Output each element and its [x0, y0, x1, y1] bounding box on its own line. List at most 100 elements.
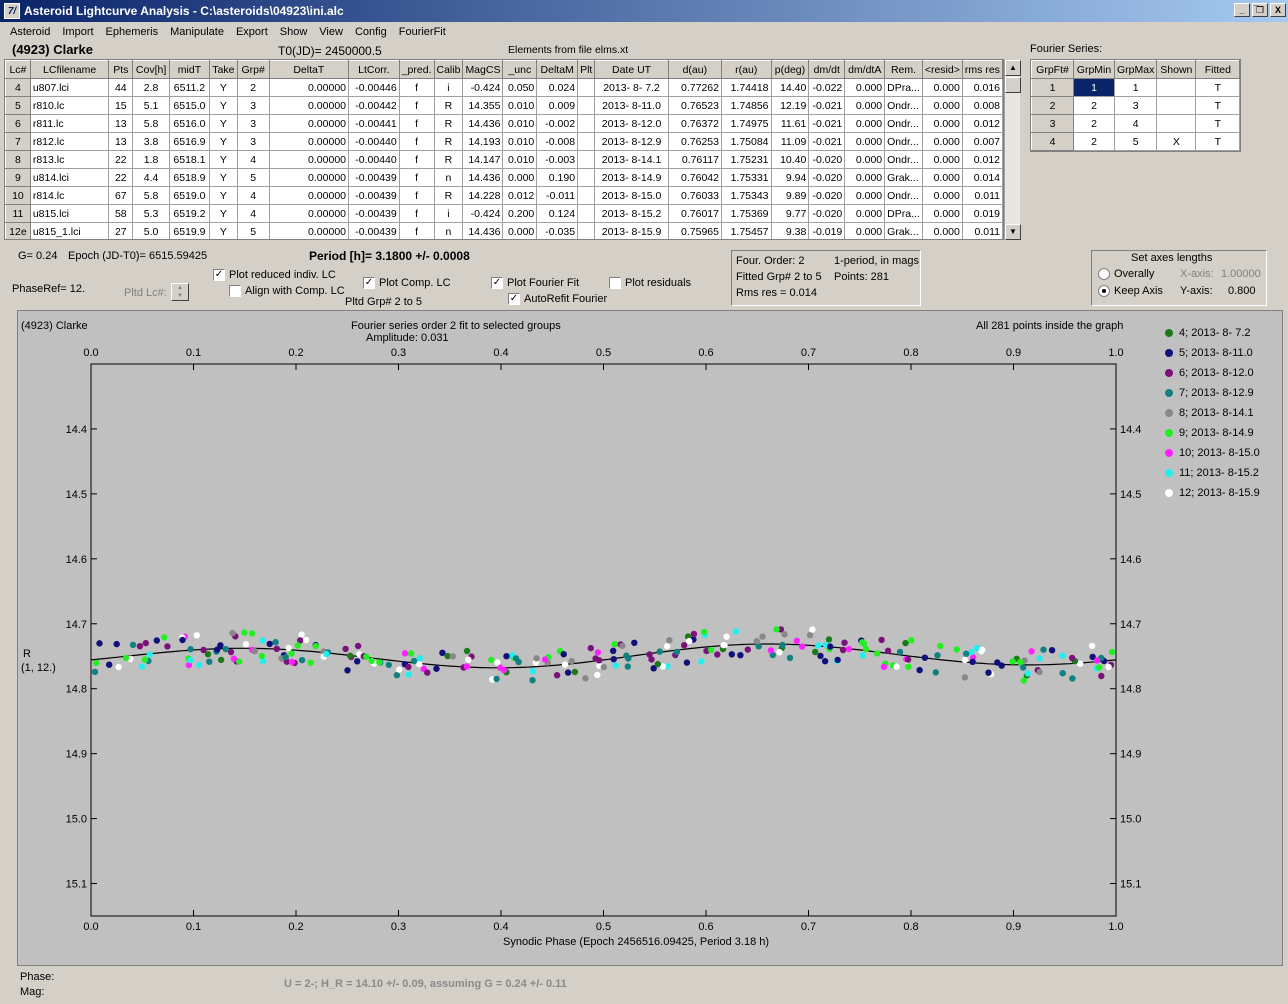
table-cell[interactable]: 0.00000: [268, 204, 350, 223]
table-cell[interactable]: -0.021: [808, 114, 846, 133]
table-cell[interactable]: -0.020: [808, 204, 846, 223]
table-cell[interactable]: f: [398, 186, 435, 205]
table-cell[interactable]: 1.75369: [721, 204, 772, 223]
table-cell[interactable]: 2: [1073, 96, 1115, 115]
row-header[interactable]: 4: [5, 78, 31, 97]
table-cell[interactable]: -0.019: [808, 222, 846, 239]
table-cell[interactable]: 0.010: [502, 150, 538, 169]
table-cell[interactable]: 1.74975: [721, 114, 772, 133]
table-cell[interactable]: -0.020: [808, 168, 846, 187]
table-cell[interactable]: [1156, 96, 1197, 115]
table-cell[interactable]: 0.012: [961, 114, 1003, 133]
table-cell[interactable]: 0.000: [502, 222, 538, 239]
table-cell[interactable]: 6515.0: [169, 96, 210, 115]
table-cell[interactable]: R: [433, 150, 464, 169]
table-cell[interactable]: 58: [108, 204, 134, 223]
table-cell[interactable]: 9.89: [770, 186, 810, 205]
table-cell[interactable]: 0.00000: [268, 222, 350, 239]
table-cell[interactable]: 0.014: [961, 168, 1003, 187]
fourier-row[interactable]: 223T: [1031, 96, 1241, 115]
table-cell[interactable]: [577, 168, 596, 187]
table-cell[interactable]: [577, 150, 596, 169]
table-cell[interactable]: 0.77262: [667, 78, 723, 97]
table-cell[interactable]: T: [1195, 96, 1241, 115]
lc-table-scrollbar[interactable]: ▲ ▼: [1004, 60, 1021, 240]
table-cell[interactable]: 0.00000: [268, 114, 350, 133]
table-cell[interactable]: -0.022: [808, 78, 846, 97]
table-cell[interactable]: 0.00000: [268, 78, 350, 97]
table-cell[interactable]: 0.050: [502, 78, 538, 97]
table-cell[interactable]: Y: [208, 132, 238, 151]
table-cell[interactable]: -0.020: [808, 186, 846, 205]
table-cell[interactable]: 0.000: [844, 204, 886, 223]
lc-col-header[interactable]: _pred.: [398, 60, 435, 79]
row-header[interactable]: 7: [5, 132, 31, 151]
table-cell[interactable]: 4: [1113, 114, 1158, 133]
table-cell[interactable]: T: [1195, 114, 1241, 133]
fourier-col-header[interactable]: GrpFt#: [1031, 60, 1074, 79]
table-cell[interactable]: -0.021: [808, 132, 846, 151]
table-cell[interactable]: f: [398, 78, 435, 97]
table-cell[interactable]: 10.40: [770, 150, 810, 169]
table-cell[interactable]: 0.000: [844, 114, 886, 133]
fourier-col-header[interactable]: GrpMax: [1113, 60, 1158, 79]
table-cell[interactable]: [577, 132, 596, 151]
table-cell[interactable]: 2013- 8- 7.2: [594, 78, 669, 97]
lc-col-header[interactable]: _unc: [502, 60, 538, 79]
table-cell[interactable]: Y: [208, 114, 238, 133]
table-cell[interactable]: 2013- 8-15.0: [594, 186, 669, 205]
lc-col-header[interactable]: DeltaT: [268, 60, 350, 79]
table-cell[interactable]: 14.436: [462, 168, 504, 187]
lc-col-header[interactable]: d(au): [667, 60, 723, 79]
lc-col-header[interactable]: <resid>: [921, 60, 963, 79]
lc-col-header[interactable]: Grp#: [236, 60, 270, 79]
table-cell[interactable]: -0.00439: [348, 186, 400, 205]
table-cell[interactable]: T: [1195, 78, 1241, 97]
table-cell[interactable]: 2013- 8-12.0: [594, 114, 669, 133]
table-cell[interactable]: 0.76017: [667, 204, 723, 223]
table-cell[interactable]: 0.000: [844, 168, 886, 187]
table-cell[interactable]: -0.011: [536, 186, 579, 205]
table-cell[interactable]: 6516.0: [169, 114, 210, 133]
table-cell[interactable]: f: [398, 150, 435, 169]
table-cell[interactable]: 0.000: [844, 150, 886, 169]
table-cell[interactable]: 1.75231: [721, 150, 772, 169]
table-row[interactable]: 12e u815_1.lci 27 5.0 6519.9 Y 5 0.00000 -0.0043…: [5, 222, 1003, 239]
table-cell[interactable]: Ondr...: [884, 132, 923, 151]
table-cell[interactable]: u807.lci: [29, 78, 110, 97]
menu-ephemeris[interactable]: Ephemeris: [100, 26, 165, 38]
row-header[interactable]: 4: [1031, 132, 1074, 151]
table-cell[interactable]: i: [433, 204, 464, 223]
table-cell[interactable]: 0.000: [502, 168, 538, 187]
table-cell[interactable]: 4: [236, 186, 270, 205]
table-cell[interactable]: f: [398, 132, 435, 151]
table-cell[interactable]: [577, 96, 596, 115]
table-cell[interactable]: 0.76042: [667, 168, 723, 187]
table-row[interactable]: 4 u807.lci 44 2.8 6511.2 Y 2 0.00000 -0.00446 f i -…: [5, 78, 1003, 97]
table-cell[interactable]: 14.40: [770, 78, 810, 97]
table-cell[interactable]: 0.007: [961, 132, 1003, 151]
table-cell[interactable]: X: [1156, 132, 1197, 151]
restore-button[interactable]: ̅❐: [1252, 3, 1268, 17]
table-cell[interactable]: -0.035: [536, 222, 579, 239]
table-cell[interactable]: 0.75965: [667, 222, 723, 239]
table-cell[interactable]: 6519.0: [169, 186, 210, 205]
row-header[interactable]: 8: [5, 150, 31, 169]
table-cell[interactable]: u814.lci: [29, 168, 110, 187]
table-cell[interactable]: -0.020: [808, 150, 846, 169]
table-cell[interactable]: 6519.9: [169, 222, 210, 239]
table-row[interactable]: 5 r810.lc 15 5.1 6515.0 Y 3 0.00000 -0.00442 f R 14…: [5, 96, 1003, 115]
table-cell[interactable]: 22: [108, 168, 134, 187]
table-cell[interactable]: -0.003: [536, 150, 579, 169]
table-cell[interactable]: 14.436: [462, 222, 504, 239]
table-cell[interactable]: 0.000: [844, 132, 886, 151]
table-cell[interactable]: 1.8: [132, 150, 171, 169]
table-cell[interactable]: 6518.9: [169, 168, 210, 187]
table-cell[interactable]: 0.000: [844, 96, 886, 115]
table-cell[interactable]: [577, 78, 596, 97]
table-cell[interactable]: 0.000: [921, 114, 963, 133]
table-row[interactable]: 6 r811.lc 13 5.8 6516.0 Y 3 0.00000 -0.00441 f R 14…: [5, 114, 1003, 133]
table-cell[interactable]: 5.3: [132, 204, 171, 223]
fourier-col-header[interactable]: GrpMin: [1073, 60, 1115, 79]
table-cell[interactable]: 0.011: [961, 222, 1003, 239]
